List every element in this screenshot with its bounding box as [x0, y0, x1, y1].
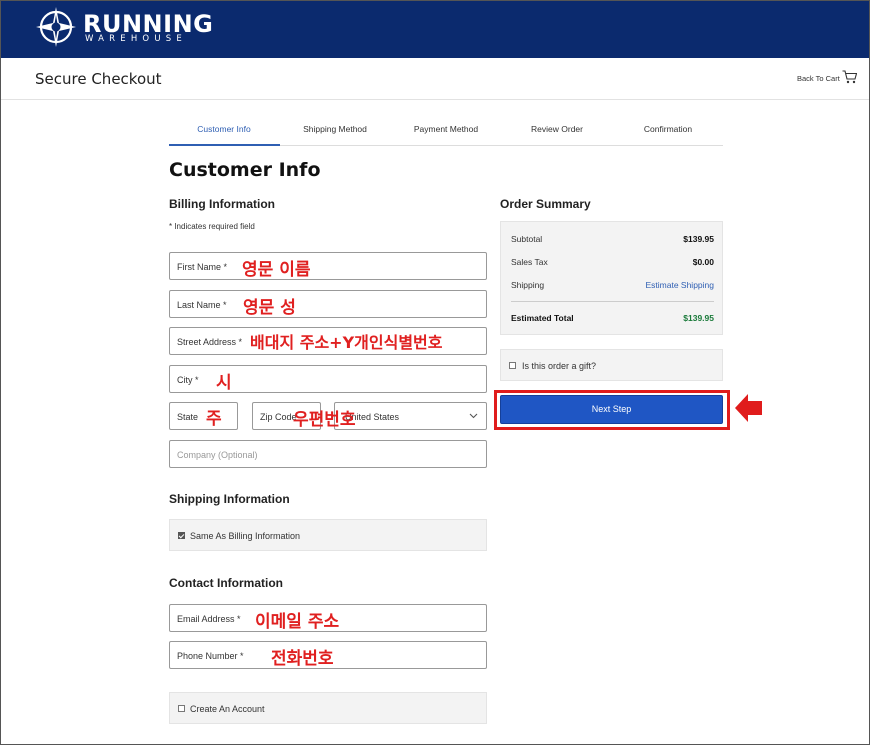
gift-label[interactable]: Is this order a gift? [522, 361, 596, 371]
create-account-checkbox[interactable] [178, 705, 185, 712]
next-step-button[interactable]: Next Step [500, 395, 723, 424]
subtotal-value: $139.95 [683, 234, 714, 244]
sales-tax-row: Sales Tax $0.00 [511, 257, 714, 267]
country-select[interactable]: United States [334, 402, 487, 430]
annotation-last-name: 영문 성 [243, 298, 296, 318]
same-as-billing-checkbox[interactable] [178, 532, 185, 539]
annotation-email: 이메일 주소 [255, 612, 340, 632]
checkout-title: Secure Checkout [35, 70, 162, 88]
annotation-city: 시 [216, 373, 232, 393]
shipping-heading: Shipping Information [169, 492, 290, 506]
billing-heading: Billing Information [169, 197, 275, 211]
estimate-shipping-link[interactable]: Estimate Shipping [645, 280, 714, 290]
city-label: City * [177, 375, 199, 385]
gift-checkbox[interactable] [509, 362, 516, 369]
tab-customer-info[interactable]: Customer Info [169, 124, 279, 134]
brand-subname: WAREHOUSE [85, 34, 187, 44]
compass-logo-icon[interactable] [35, 6, 77, 48]
annotation-first-name: 영문 이름 [242, 260, 311, 280]
estimated-total-row: Estimated Total $139.95 [511, 313, 714, 323]
tab-shipping-method[interactable]: Shipping Method [280, 124, 390, 134]
contact-heading: Contact Information [169, 576, 283, 590]
shipping-label: Shipping [511, 280, 545, 290]
order-summary-heading: Order Summary [500, 197, 591, 211]
last-name-label: Last Name * [177, 300, 227, 310]
shipping-row: Shipping Estimate Shipping [511, 280, 714, 290]
annotation-street: 배대지 주소+Y개인식별번호 [250, 333, 443, 352]
sales-tax-label: Sales Tax [511, 257, 548, 267]
street-address-label: Street Address * [177, 337, 243, 347]
last-name-field[interactable]: Last Name * [169, 290, 487, 318]
tab-payment-method[interactable]: Payment Method [391, 124, 501, 134]
first-name-label: First Name * [177, 262, 228, 272]
subtotal-row: Subtotal $139.95 [511, 234, 714, 244]
phone-label: Phone Number * [177, 651, 244, 661]
required-note: * Indicates required field [169, 222, 255, 231]
active-tab-indicator [169, 144, 280, 146]
company-placeholder: Company (Optional) [177, 450, 258, 460]
order-summary-box: Subtotal $139.95 Sales Tax $0.00 Shippin… [500, 221, 723, 335]
annotation-zip: 우편번호 [293, 410, 356, 430]
chevron-down-icon [469, 413, 478, 419]
checkout-bar: Secure Checkout Back To Cart [1, 58, 869, 100]
annotation-phone: 전화번호 [271, 649, 334, 669]
email-label: Email Address * [177, 614, 241, 624]
summary-divider [511, 301, 714, 302]
state-field[interactable]: State [169, 402, 238, 430]
estimated-total-value: $139.95 [683, 313, 714, 323]
state-label: State [177, 412, 199, 422]
gift-option-box: Is this order a gift? [500, 349, 723, 381]
subtotal-label: Subtotal [511, 234, 543, 244]
site-header: RUNNING WAREHOUSE [1, 1, 869, 58]
back-to-cart-link[interactable]: Back To Cart [797, 74, 840, 83]
create-account-box: Create An Account [169, 692, 487, 724]
checkout-steps: Customer Info Shipping Method Payment Me… [169, 115, 723, 146]
zip-code-label: Zip Code [260, 412, 297, 422]
first-name-field[interactable]: First Name * [169, 252, 487, 280]
page-frame: RUNNING WAREHOUSE Secure Checkout Back T… [0, 0, 870, 745]
arrow-left-icon [735, 394, 762, 422]
tab-review-order[interactable]: Review Order [502, 124, 612, 134]
create-account-label[interactable]: Create An Account [190, 704, 265, 714]
page-title: Customer Info [169, 159, 321, 181]
tab-confirmation[interactable]: Confirmation [613, 124, 723, 134]
same-as-billing-box: Same As Billing Information [169, 519, 487, 551]
annotation-state: 주 [206, 409, 222, 429]
cart-icon[interactable] [842, 70, 857, 84]
same-as-billing-label[interactable]: Same As Billing Information [190, 531, 300, 541]
sales-tax-value: $0.00 [692, 257, 714, 267]
company-field[interactable]: Company (Optional) [169, 440, 487, 468]
estimated-total-label: Estimated Total [511, 313, 574, 323]
